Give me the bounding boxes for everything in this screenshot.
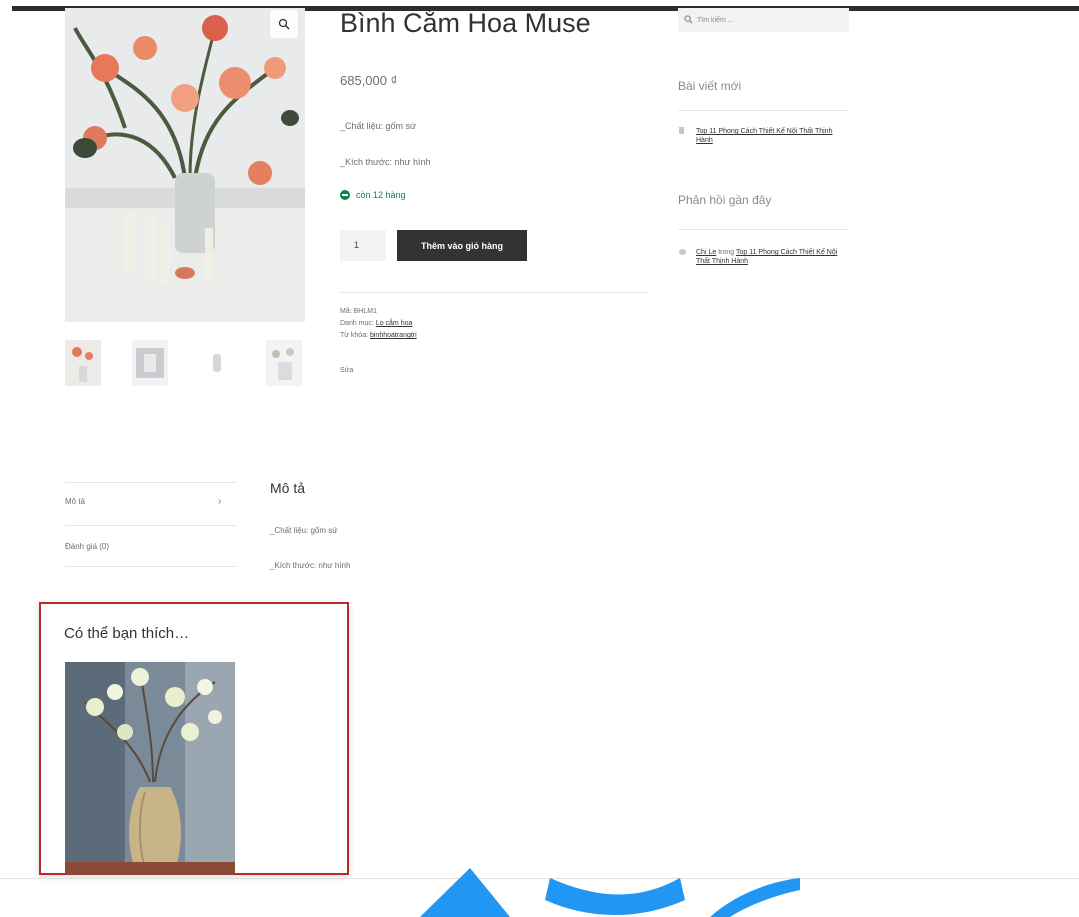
- description-material: _Chất liệu: gốm sứ: [270, 526, 338, 535]
- stock-label: còn 12 hàng: [356, 190, 406, 200]
- recent-posts-divider: [678, 110, 849, 111]
- recent-comments-title: Phản hồi gần đây: [678, 193, 772, 207]
- add-to-cart-button[interactable]: Thêm vào giỏ hàng: [397, 230, 527, 261]
- product-title: Bình Cắm Hoa Muse: [340, 8, 591, 38]
- thumbnail-3[interactable]: [199, 340, 235, 386]
- comment-icon: [679, 249, 686, 255]
- recent-comment-item: Chi Le trong Top 11 Phong Cách Thiết Kế …: [679, 248, 844, 266]
- related-product-image[interactable]: [65, 662, 235, 875]
- product-tags: Từ khóa: binhhoatrangtri: [340, 332, 417, 339]
- watermark-logo: [420, 868, 800, 917]
- product-price: 685,000 ₫: [340, 73, 398, 88]
- edit-link[interactable]: Sửa: [340, 367, 353, 374]
- tag-label: Từ khóa:: [340, 332, 369, 339]
- thumbnail-2[interactable]: [132, 340, 168, 386]
- recent-post-link[interactable]: Top 11 Phong Cách Thiết Kế Nội Thất Thịn…: [696, 127, 844, 145]
- category-link[interactable]: Lọ cắm hoa: [376, 320, 413, 327]
- flower-vase-photo: [65, 8, 305, 322]
- search-icon: [684, 14, 693, 26]
- tab-divider: [65, 482, 236, 483]
- search-placeholder: Tìm kiếm ...: [697, 16, 734, 24]
- chevron-right-icon: ›: [218, 496, 222, 507]
- zoom-icon[interactable]: [270, 10, 298, 38]
- description-size: _Kích thước: như hình: [270, 561, 351, 570]
- product-size: _Kích thước: như hình: [340, 157, 431, 167]
- product-material: _Chất liệu: gốm sứ: [340, 121, 417, 131]
- search-input[interactable]: Tìm kiếm ...: [678, 8, 849, 32]
- recent-comments-divider: [678, 229, 849, 230]
- thumbnail-1[interactable]: [65, 340, 101, 386]
- summary-divider: [340, 292, 648, 293]
- related-products-title: Có thể bạn thích…: [64, 625, 190, 642]
- category-label: Danh mục:: [340, 320, 374, 327]
- tab-divider: [65, 525, 236, 526]
- tab-description[interactable]: Mô tả: [65, 497, 85, 506]
- product-category: Danh mục: Lọ cắm hoa: [340, 320, 412, 327]
- tab-divider: [65, 566, 236, 567]
- stock-status: còn 12 hàng: [340, 190, 406, 200]
- description-heading: Mô tả: [270, 480, 306, 496]
- stock-check-icon: [340, 190, 350, 200]
- product-sku: Mã: BHLM1: [340, 308, 377, 315]
- tag-link[interactable]: binhhoatrangtri: [370, 332, 417, 339]
- comment-author-link[interactable]: Chi Le: [696, 249, 716, 256]
- recent-posts-title: Bài viết mới: [678, 79, 742, 93]
- quantity-input[interactable]: 1: [340, 230, 386, 261]
- recent-post-item: Top 11 Phong Cách Thiết Kế Nội Thất Thịn…: [679, 127, 844, 145]
- product-main-image[interactable]: [65, 8, 305, 322]
- document-icon: [679, 127, 684, 134]
- vase-photo: [65, 662, 235, 875]
- tab-reviews[interactable]: Đánh giá (0): [65, 542, 109, 551]
- sku-value: BHLM1: [353, 308, 377, 315]
- sku-label: Mã:: [340, 308, 352, 315]
- comment-on-text: trong: [718, 249, 735, 256]
- thumbnail-4[interactable]: [266, 340, 302, 386]
- gallery-thumbnails: [65, 340, 305, 386]
